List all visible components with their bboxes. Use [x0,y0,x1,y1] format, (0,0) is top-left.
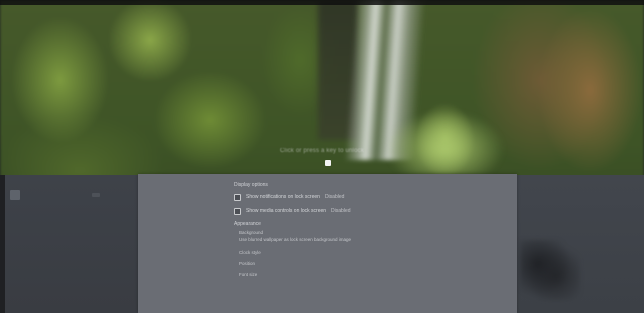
settings-dialog: Display options Show notifications on lo… [138,174,517,313]
option-value: Disabled [331,208,351,214]
unlock-hint-text: Click or press a key to unlock [280,148,365,154]
option-value: Disabled [324,194,345,200]
wallpaper-pool [385,110,505,175]
panel-indicator [92,193,100,197]
option-row-notifications[interactable]: Show notifications on lock screen Disabl… [234,192,344,202]
desktop-screen: Click or press a key to unlock Display o… [0,0,644,313]
app-tile-icon[interactable] [10,190,20,200]
top-edge [0,0,644,5]
setting-item[interactable]: Position [239,260,255,268]
setting-item[interactable]: Use blurred wallpaper as lock screen bac… [239,236,351,244]
checkbox[interactable] [234,207,241,215]
left-panel [5,175,138,313]
option-label: Show media controls on lock screen [246,208,327,214]
dialog-header: Display options [234,182,268,188]
setting-item[interactable]: Clock style [239,249,261,257]
option-label: Show notifications on lock screen [246,194,320,200]
pointer-cursor-icon [325,160,331,166]
checkbox[interactable] [234,193,241,201]
setting-item[interactable]: Font size [239,271,257,279]
wallpaper-bush [520,240,580,300]
section-heading: Appearance [234,221,261,227]
option-row-media[interactable]: Show media controls on lock screen Disab… [234,206,351,216]
